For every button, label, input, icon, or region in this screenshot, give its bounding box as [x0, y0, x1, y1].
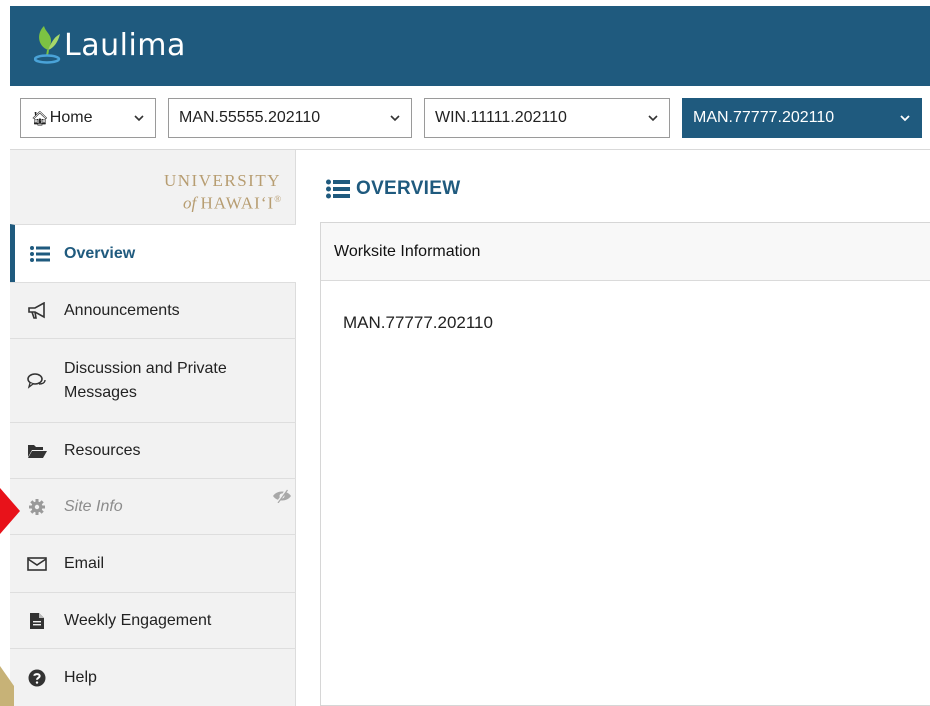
tool-label: Site Info: [64, 497, 123, 515]
tool-discussion-messages[interactable]: Discussion and Private Messages: [10, 338, 296, 422]
home-icon: 🏠︎: [31, 109, 49, 126]
worksite-info-panel: Worksite Information MAN.77777.202110: [320, 222, 930, 706]
document-icon: [10, 612, 64, 630]
envelope-icon: [10, 556, 64, 572]
worksite-site-id: MAN.77777.202110: [343, 313, 493, 332]
university-logo: UNIVERSITY of HAWAI‘I®: [164, 172, 281, 213]
site-tab-label: Home: [49, 109, 93, 126]
site-tab-home[interactable]: 🏠︎ Home: [20, 98, 156, 138]
eye-slash-icon: [272, 488, 292, 508]
laulima-leaf-icon: [34, 26, 61, 64]
tool-help[interactable]: Help: [10, 648, 296, 706]
panel-title: Worksite Information: [321, 223, 930, 281]
tool-label: Overview: [64, 244, 136, 262]
site-tab-man-55555[interactable]: MAN.55555.202110: [168, 98, 412, 138]
list-icon: [15, 245, 64, 262]
chevron-down-icon: [390, 115, 400, 122]
chat-bubbles-icon: [10, 372, 64, 389]
university-logo-line2: of HAWAI‘I®: [183, 193, 281, 213]
university-logo-line1: UNIVERSITY: [164, 171, 281, 190]
annotation-arrow: [0, 488, 20, 534]
tool-label: Help: [64, 668, 97, 686]
folder-open-icon: [10, 443, 64, 459]
tool-label: Weekly Engagement: [64, 611, 212, 629]
app-title: Laulima: [64, 28, 186, 63]
tool-overview[interactable]: Overview: [10, 224, 296, 282]
tool-label: Announcements: [64, 301, 180, 319]
site-tab-label: MAN.77777.202110: [693, 109, 835, 126]
tool-weekly-engagement[interactable]: Weekly Engagement: [10, 592, 296, 648]
site-navigation: 🏠︎ Home MAN.55555.202110 WIN.11111.20211…: [10, 86, 930, 150]
tool-email[interactable]: Email: [10, 534, 296, 592]
site-tab-man-77777[interactable]: MAN.77777.202110: [682, 98, 922, 138]
site-tab-label: MAN.55555.202110: [179, 109, 321, 126]
chevron-down-icon: [648, 115, 658, 122]
tool-resources[interactable]: Resources: [10, 422, 296, 478]
tool-label: Discussion and Private Messages: [64, 359, 227, 401]
laulima-logo[interactable]: Laulima: [34, 24, 186, 64]
question-circle-icon: [10, 669, 64, 687]
megaphone-icon: [10, 301, 64, 320]
list-icon: [326, 179, 350, 199]
tool-label: Email: [64, 554, 105, 572]
tool-sidebar: UNIVERSITY of HAWAI‘I® Overview Announce…: [10, 150, 296, 706]
page-title: OVERVIEW: [326, 178, 460, 200]
chevron-down-icon: [134, 115, 144, 122]
top-header: Laulima: [10, 6, 930, 86]
site-tab-win-11111[interactable]: WIN.11111.202110: [424, 98, 670, 138]
decorative-corner: [0, 666, 14, 706]
chevron-down-icon: [900, 115, 910, 122]
tool-site-info[interactable]: Site Info: [10, 478, 296, 534]
site-tab-label: WIN.11111.202110: [435, 109, 567, 126]
tool-label: Resources: [64, 441, 141, 459]
laulima-window: Laulima 🏠︎ Home MAN.55555.202110 WIN.111…: [0, 0, 930, 706]
tool-announcements[interactable]: Announcements: [10, 282, 296, 338]
page-title-text: OVERVIEW: [356, 178, 461, 199]
